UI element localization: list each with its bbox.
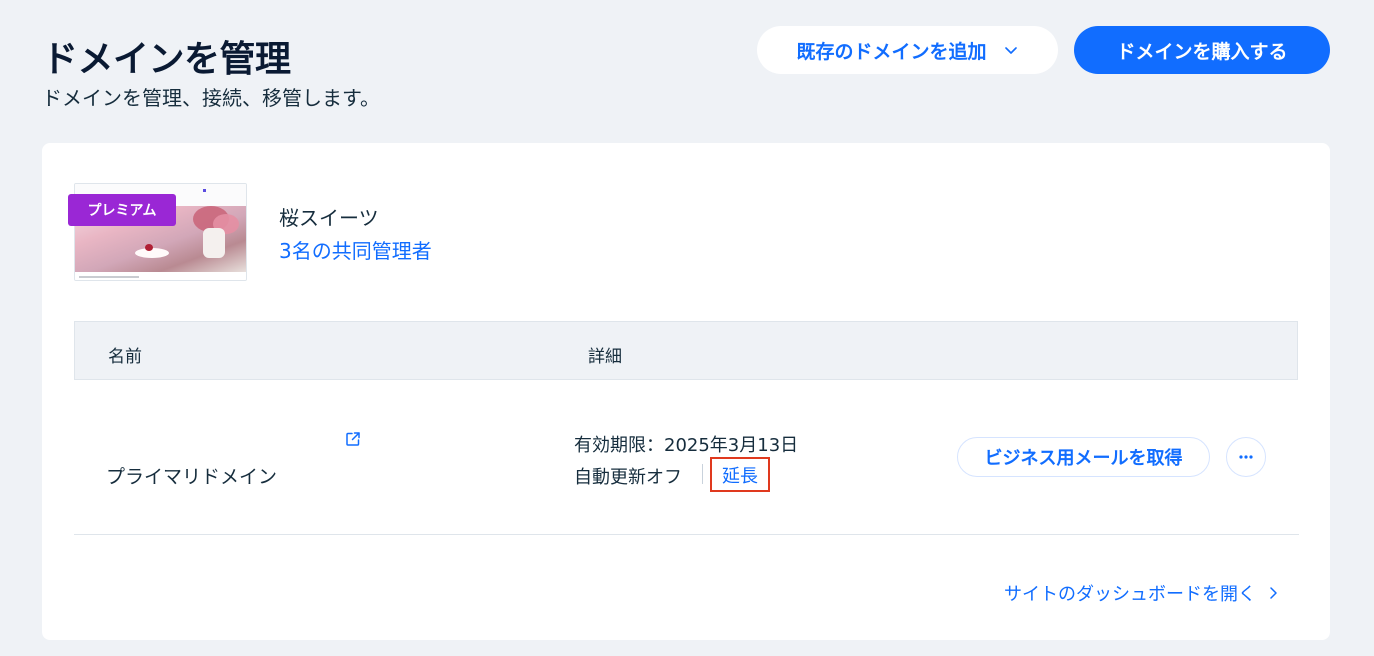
divider (702, 464, 703, 484)
get-business-email-label: ビジネス用メールを取得 (984, 448, 1183, 469)
add-existing-domain-label: 既存のドメインを追加 (796, 40, 987, 63)
column-header-name: 名前 (108, 347, 142, 367)
column-header-details: 詳細 (588, 347, 622, 367)
table-header: 名前 詳細 (74, 321, 1298, 380)
more-dots-icon (1239, 455, 1253, 459)
open-dashboard-link[interactable]: サイトのダッシュボードを開く (1004, 580, 1278, 606)
external-link-icon[interactable] (344, 430, 362, 448)
more-actions-button[interactable] (1226, 437, 1266, 477)
auto-renew-status: 自動更新オフ (574, 467, 682, 488)
site-name: 桜スイーツ (279, 206, 379, 230)
chevron-right-icon (1270, 587, 1277, 599)
page-subtitle: ドメインを管理、接続、移管します。 (42, 86, 380, 110)
page-title: ドメインを管理 (42, 39, 291, 80)
row-divider (74, 534, 1299, 535)
thumbnail-strawberry (145, 244, 153, 251)
thumbnail-footer-line (79, 276, 139, 278)
extend-link[interactable]: 延長 (710, 457, 770, 492)
expiry-date: 有効期限：2025年3月13日 (574, 435, 799, 456)
domain-type-label: プライマリドメイン (106, 466, 278, 488)
buy-domain-button[interactable]: ドメインを購入する (1074, 26, 1330, 74)
get-business-email-button[interactable]: ビジネス用メールを取得 (957, 437, 1210, 477)
open-dashboard-label: サイトのダッシュボードを開く (1004, 584, 1256, 605)
add-existing-domain-button[interactable]: 既存のドメインを追加 (757, 26, 1058, 74)
thumbnail-vase (203, 228, 225, 258)
site-domain-card: プレミアム 桜スイーツ 3名の共同管理者 名前 詳細 プライマリドメイン 有効期… (42, 143, 1330, 640)
chevron-down-icon (1004, 47, 1017, 54)
premium-badge: プレミアム (68, 194, 176, 226)
co-admins-link[interactable]: 3名の共同管理者 (279, 235, 432, 264)
buy-domain-label: ドメインを購入する (1116, 40, 1288, 63)
thumbnail-menu-dot (203, 189, 206, 192)
